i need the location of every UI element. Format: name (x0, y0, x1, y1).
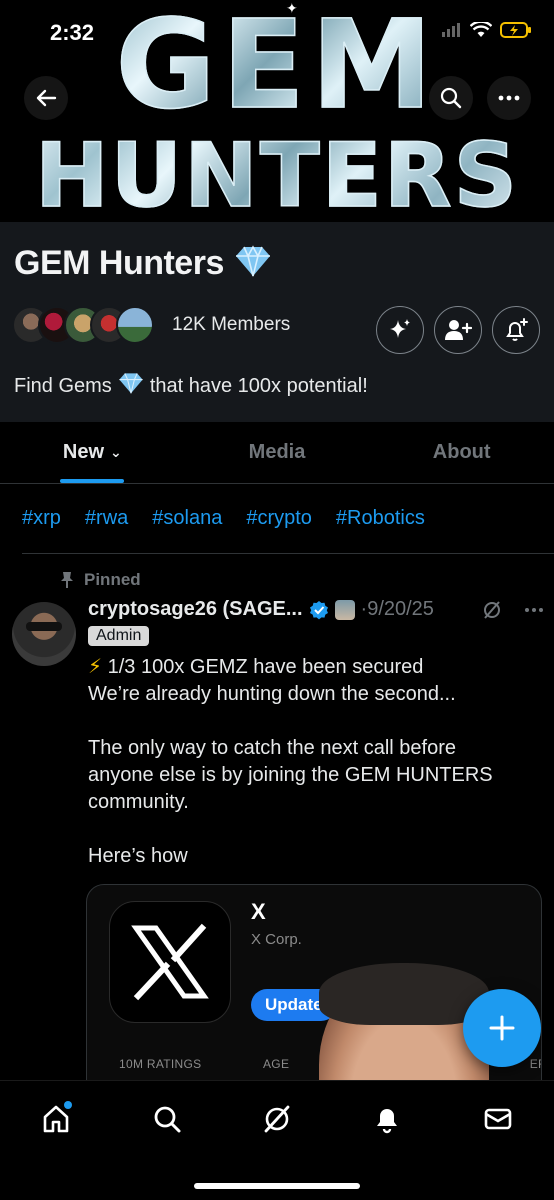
home-indicator[interactable] (194, 1183, 360, 1189)
nav-messages[interactable] (478, 1099, 518, 1139)
community-tabs: New ⌄ Media About (0, 422, 554, 484)
x-logo-icon (109, 901, 231, 1023)
tab-about[interactable]: About (369, 422, 554, 483)
plus-icon (489, 1015, 515, 1041)
search-icon (154, 1106, 181, 1133)
nav-home[interactable] (36, 1099, 76, 1139)
status-time: 2:32 (50, 20, 95, 45)
post-author-avatar[interactable] (12, 602, 76, 666)
lightning-icon: ⚡ (88, 656, 103, 678)
chevron-down-icon: ⌄ (110, 444, 122, 460)
sparkle-button[interactable] (376, 306, 424, 354)
diamond-icon (118, 372, 144, 400)
status-icons (442, 20, 532, 43)
community-title: GEM Hunters (14, 244, 224, 282)
bell-plus-icon (506, 318, 528, 341)
community-banner: ✦ GEM HUNTERS 2:32 (0, 0, 554, 222)
hashtag-robotics[interactable]: #Robotics (336, 507, 425, 530)
pinned-label: Pinned (60, 570, 141, 590)
bottom-navigation (0, 1080, 554, 1200)
avatar (116, 306, 154, 344)
nav-grok[interactable] (257, 1099, 297, 1139)
member-avatars[interactable] (12, 306, 154, 344)
post-tools (482, 600, 544, 620)
nav-notifications[interactable] (367, 1099, 407, 1139)
grok-icon (264, 1105, 290, 1133)
invite-member-button[interactable] (434, 306, 482, 354)
ratings-label: 10M RATINGS (119, 1057, 202, 1071)
banner-word-hunters: HUNTERS (0, 131, 554, 221)
post-more-icon[interactable] (524, 607, 544, 613)
post-header: cryptosage26 (SAGE... ·9/20/25 (88, 598, 548, 621)
search-icon (440, 87, 462, 109)
post-date[interactable]: ·9/20/25 (361, 598, 434, 621)
mail-icon (484, 1108, 512, 1130)
developer-label: ER (529, 1057, 541, 1071)
wifi-icon (469, 20, 493, 43)
admin-badge: Admin (88, 626, 150, 646)
hashtag-solana[interactable]: #solana (152, 507, 222, 530)
person-hair (319, 963, 489, 1025)
community-description: Find Gems that have 100x potential! (14, 372, 368, 400)
notification-dot (64, 1101, 72, 1109)
member-count[interactable]: 12K Members (172, 314, 290, 336)
app-name: X (251, 899, 266, 924)
grok-icon[interactable] (482, 600, 502, 620)
age-label: AGE (263, 1057, 290, 1071)
signal-icon (442, 23, 462, 42)
tab-media[interactable]: Media (185, 422, 370, 483)
hashtag-crypto[interactable]: #crypto (246, 507, 312, 530)
more-options-button[interactable] (487, 76, 531, 120)
tab-new[interactable]: New ⌄ (0, 422, 185, 483)
arrow-left-icon (36, 89, 57, 107)
notifications-button[interactable] (492, 306, 540, 354)
affiliate-badge-icon (334, 599, 355, 620)
hashtag-rwa[interactable]: #rwa (85, 507, 128, 530)
diamond-icon (234, 245, 272, 282)
hashtag-list: #xrp #rwa #solana #crypto #Robotics (22, 484, 554, 554)
add-user-icon (445, 320, 472, 340)
hashtag-xrp[interactable]: #xrp (22, 507, 61, 530)
compose-button[interactable] (463, 989, 541, 1067)
bell-icon (377, 1109, 397, 1134)
post-author-name[interactable]: cryptosage26 (SAGE... (88, 598, 303, 621)
back-button[interactable] (24, 76, 68, 120)
app-developer: X Corp. (251, 931, 302, 948)
more-icon (498, 95, 520, 101)
search-button[interactable] (429, 76, 473, 120)
verified-badge-icon (309, 600, 328, 619)
nav-search[interactable] (147, 1099, 187, 1139)
sparkle-icon (390, 319, 410, 338)
pin-icon (61, 572, 73, 588)
community-header: GEM Hunters 12K Members Find Gems that h… (0, 222, 554, 422)
post-text: ⚡ 1/3 100x GEMZ have been secured We’re … (88, 656, 493, 867)
battery-icon (500, 22, 532, 43)
